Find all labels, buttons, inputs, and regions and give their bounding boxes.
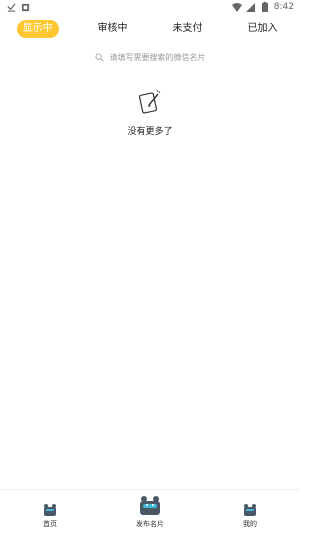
status-time: 8:42 [273,2,294,12]
status-bar: 8:42 [0,0,300,14]
nav-publish-card-label: 发布名片 [136,520,164,528]
wifi-icon [231,2,242,12]
tab-showing[interactable]: 显示中 [16,20,59,38]
nav-profile-label: 我的 [243,520,257,528]
empty-message: 没有更多了 [127,127,173,137]
profile-icon [244,504,256,516]
empty-state: 没有更多了 [0,88,300,137]
home-icon [44,504,56,516]
search-input[interactable]: 请填写需要搜索的微信名片 [110,52,206,63]
signal-icon [246,2,256,12]
status-right: 8:42 [231,2,294,12]
publish-card-icon [140,496,160,515]
notification-icon [20,2,30,12]
nav-publish-card[interactable]: 发布名片 [120,493,180,529]
nav-profile[interactable]: 我的 [220,501,280,529]
nav-home[interactable]: 首页 [20,501,80,529]
search-icon [94,52,104,62]
search-bar[interactable]: 请填写需要搜索的微信名片 [0,48,300,66]
tab-reviewing[interactable]: 审核中 [92,20,134,38]
tab-joined[interactable]: 已加入 [242,20,284,38]
nav-home-label: 首页 [43,520,57,528]
empty-document-icon [138,89,161,114]
battery-icon [260,2,270,12]
tab-bar: 显示中 审核中 未支付 已加入 [0,18,300,40]
tab-unpaid[interactable]: 未支付 [167,20,209,38]
download-icon [6,2,16,12]
bottom-nav: 首页 发布名片 我的 [0,489,300,535]
status-left [6,2,30,12]
